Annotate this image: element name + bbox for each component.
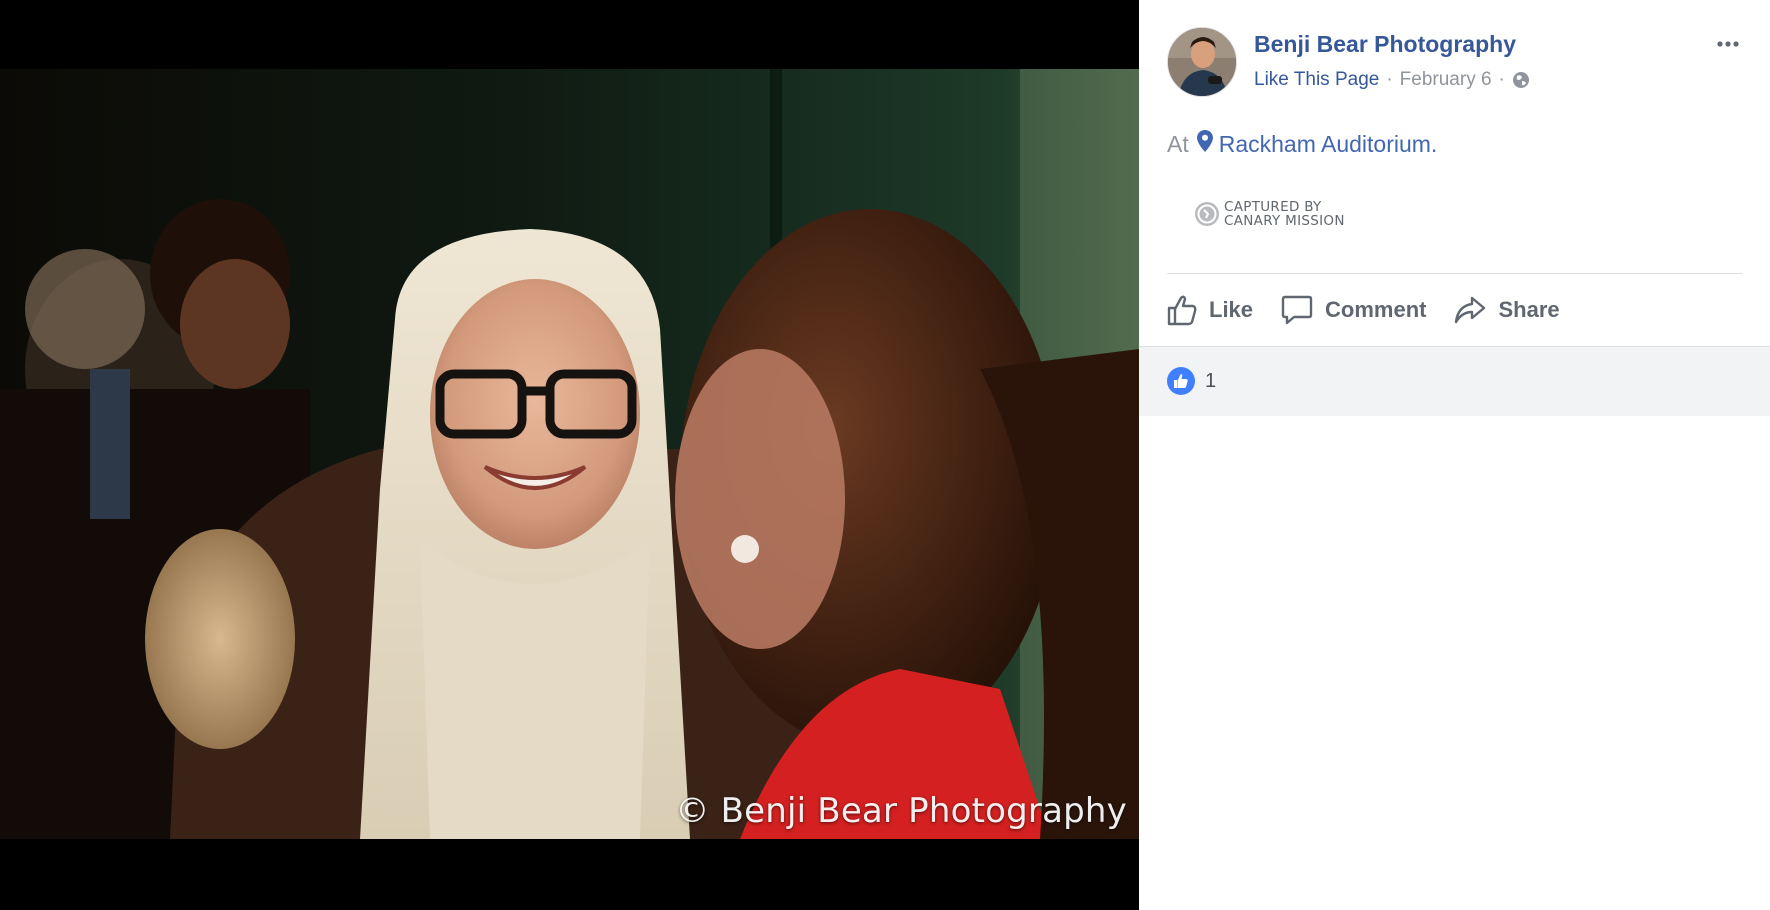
reaction-summary[interactable]: 1 (1167, 367, 1216, 395)
location-prefix: At (1167, 130, 1189, 157)
meta-separator: · (1386, 69, 1393, 90)
more-options-icon[interactable] (1714, 35, 1742, 53)
captured-by-line1: CAPTURED BY (1224, 199, 1322, 215)
reaction-count: 1 (1205, 369, 1217, 392)
share-arrow-icon (1455, 296, 1486, 324)
checkin-location: At Rackham Auditorium. (1167, 130, 1437, 158)
photo-image (0, 69, 1139, 839)
like-label: Like (1209, 297, 1254, 322)
comment-label: Comment (1325, 297, 1427, 322)
post-actions: Like Comment Share (1167, 290, 1588, 330)
post-photo[interactable]: © Benji Bear Photography (0, 69, 1139, 839)
canary-mission-logo-icon (1195, 202, 1219, 226)
captured-by-stamp: CAPTURED BY CANARY MISSION (1194, 200, 1345, 228)
like-reaction-icon (1167, 367, 1195, 395)
post-meta: Like This Page · February 6 · (1254, 69, 1530, 91)
photo-stage[interactable]: © Benji Bear Photography (0, 0, 1139, 910)
photo-watermark: © Benji Bear Photography (675, 791, 1127, 831)
post-header: Benji Bear Photography Like This Page · … (1167, 27, 1750, 99)
avatar-image (1168, 28, 1236, 96)
thumbs-up-icon (1167, 295, 1197, 326)
post-details-panel: Benji Bear Photography Like This Page · … (1139, 0, 1770, 910)
meta-separator: · (1498, 69, 1505, 90)
speech-bubble-icon (1281, 295, 1313, 325)
share-label: Share (1498, 297, 1560, 322)
captured-by-line2: CANARY MISSION (1224, 213, 1345, 229)
photo-viewer: © Benji Bear Photography Benji Bear Phot… (0, 0, 1770, 910)
page-name-link[interactable]: Benji Bear Photography (1254, 31, 1516, 58)
page-avatar[interactable] (1167, 27, 1237, 97)
globe-icon[interactable] (1512, 71, 1530, 89)
share-button[interactable]: Share (1454, 295, 1560, 325)
location-link[interactable]: Rackham Auditorium. (1219, 131, 1438, 158)
captured-by-text: CAPTURED BY CANARY MISSION (1224, 200, 1345, 228)
comment-button[interactable]: Comment (1281, 294, 1426, 326)
like-page-link[interactable]: Like This Page (1254, 69, 1379, 91)
post-date[interactable]: February 6 (1400, 69, 1492, 91)
actions-divider (1167, 273, 1742, 274)
like-button[interactable]: Like (1167, 294, 1253, 326)
reactions-bar: 1 (1139, 346, 1770, 416)
map-pin-icon (1196, 130, 1213, 158)
